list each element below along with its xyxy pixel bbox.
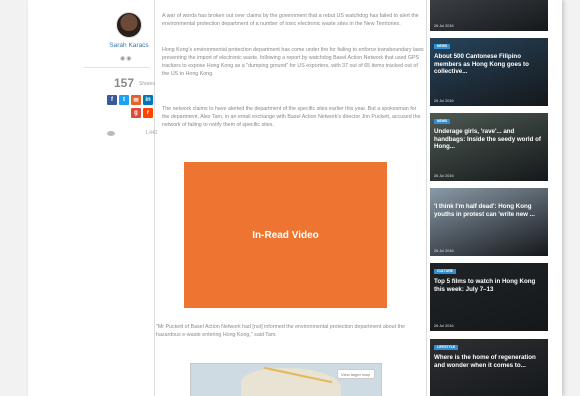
sidebar-card[interactable]: 'I think I'm half dead': Hong Kong youth… [430, 188, 548, 256]
views-icon [107, 131, 115, 136]
card-date: 26 Jul 2016 [434, 99, 454, 103]
card-title: Underage girls, 'rave'... and handbags: … [434, 128, 541, 151]
card-date: 26 Jul 2016 [434, 249, 454, 253]
card-category: LIFESTYLE [434, 345, 459, 350]
author-divider [84, 67, 150, 68]
sidebar-card[interactable]: NEWS About 500 Cantonese Filipino member… [430, 38, 548, 106]
card-title: Top 5 films to watch in Hong Kong this w… [434, 278, 536, 293]
email-share-icon[interactable]: ✉ [131, 95, 141, 105]
card-image [430, 188, 548, 256]
views-count: 1,442 [145, 130, 158, 136]
column-divider-right [426, 0, 427, 396]
share-count-label: Shares [139, 81, 155, 87]
column-divider-left [154, 0, 155, 396]
sidebar-card[interactable]: CULTURE Top 5 films to watch in Hong Kon… [430, 263, 548, 331]
share-buttons-row-2: g r [131, 108, 153, 118]
view-larger-map-button[interactable]: View larger map [337, 369, 375, 379]
linkedin-share-icon[interactable]: in [143, 95, 153, 105]
card-title: 'I think I'm half dead': Hong Kong youth… [434, 203, 535, 218]
share-buttons-row-1: f t ✉ in [107, 95, 153, 105]
article-quote: "Mr Puckett of Basel Action Network had … [156, 324, 405, 339]
card-category: CULTURE [434, 269, 456, 274]
author-name-link[interactable]: Sarah Karacs [94, 42, 164, 49]
card-date: 26 Jul 2016 [434, 24, 454, 28]
author-social-icons[interactable]: ◉◉ [120, 55, 132, 62]
facebook-share-icon[interactable]: f [107, 95, 117, 105]
reddit-share-icon[interactable]: r [143, 108, 153, 118]
sidebar-card[interactable]: LIFESTYLE Where is the home of regenerat… [430, 339, 548, 396]
in-read-video-ad[interactable]: In-Read Video [184, 162, 387, 308]
card-title: Where is the home of regeneration and wo… [434, 354, 536, 369]
article-paragraph: A war of words has broken out over claim… [162, 13, 419, 28]
card-category: NEWS [434, 44, 451, 49]
ad-label: In-Read Video [252, 229, 319, 241]
card-category: NEWS [434, 119, 451, 124]
sidebar-card[interactable]: 26 Jul 2016 [430, 0, 548, 31]
twitter-share-icon[interactable]: t [119, 95, 129, 105]
embedded-map[interactable]: View larger map [190, 363, 382, 396]
card-title: About 500 Cantonese Filipino members as … [434, 53, 529, 76]
article-paragraph: Hong Kong's environmental protection dep… [162, 47, 424, 78]
share-count: 157 [114, 76, 135, 90]
sidebar-card[interactable]: NEWS Underage girls, 'rave'... and handb… [430, 113, 548, 181]
author-avatar[interactable] [116, 12, 142, 38]
card-date: 26 Jul 2016 [434, 174, 454, 178]
article-page: Sarah Karacs ◉◉ 157 Shares f t ✉ in g r … [28, 0, 562, 396]
article-paragraph: The network claims to have alerted the d… [162, 106, 421, 129]
card-date: 26 Jul 2016 [434, 324, 454, 328]
googleplus-share-icon[interactable]: g [131, 108, 141, 118]
